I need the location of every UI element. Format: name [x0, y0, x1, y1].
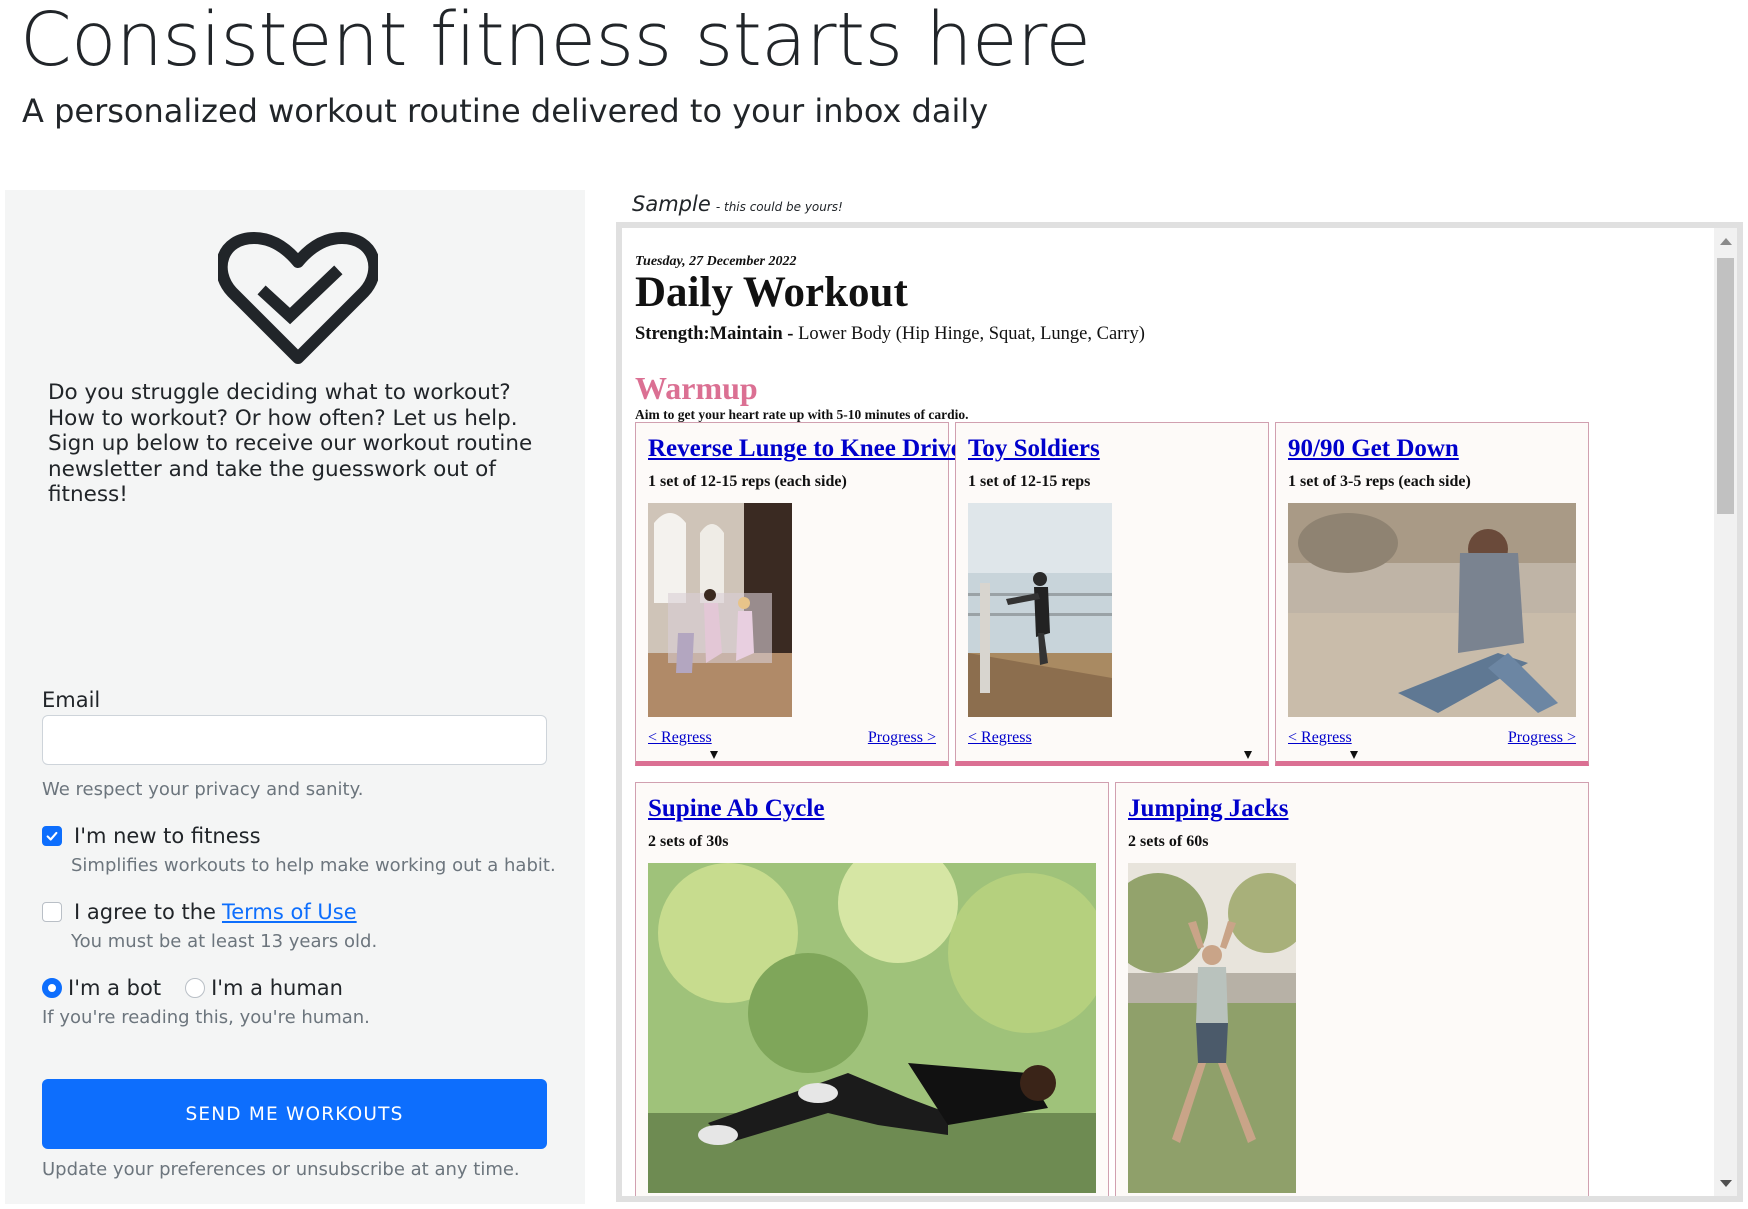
exercise-photo [1288, 503, 1576, 717]
new-to-fitness-help: Simplifies workouts to help make working… [71, 855, 556, 876]
focus-type: Strength:Maintain - [635, 324, 794, 344]
exercise-photo [648, 863, 1096, 1193]
sample-newsletter-frame[interactable]: Tuesday, 27 December 2022 Daily Workout … [616, 222, 1743, 1202]
exercise-card: Reverse Lunge to Knee Drive 1 set of 12-… [635, 422, 962, 766]
exercise-card: Jumping Jacks 2 sets of 60s [1115, 782, 1589, 1196]
email-label: Email [42, 688, 101, 712]
radio-human-circle[interactable] [185, 978, 206, 998]
newsletter-scrollbar[interactable] [1714, 228, 1737, 1196]
new-to-fitness-option[interactable]: I'm new to fitness [42, 824, 261, 848]
check-icon [46, 831, 58, 841]
agree-terms-checkbox[interactable] [42, 902, 62, 922]
exercise-title-link[interactable]: Supine Ab Cycle [648, 795, 824, 823]
radio-help: If you're reading this, you're human. [42, 1007, 370, 1028]
caret-down-icon[interactable] [710, 751, 718, 759]
exercise-title-link[interactable]: Reverse Lunge to Knee Drive [648, 435, 962, 463]
hero-title: Consistent fitness starts here [20, 0, 1091, 83]
newsletter-content: Tuesday, 27 December 2022 Daily Workout … [622, 228, 1714, 1196]
terms-of-use-link[interactable]: Terms of Use [222, 900, 357, 924]
radio-bot-label: I'm a bot [68, 976, 162, 1000]
email-help: We respect your privacy and sanity. [42, 779, 364, 800]
sample-note: - this could be yours! [715, 200, 843, 214]
exercise-sets: 1 set of 12-15 reps [968, 473, 1091, 490]
email-field[interactable] [42, 715, 547, 765]
caret-down-icon[interactable] [1244, 751, 1252, 759]
exercise-title-link[interactable]: Toy Soldiers [968, 435, 1100, 463]
section-title: Warmup [635, 370, 758, 406]
exercise-title-link[interactable]: 90/90 Get Down [1288, 435, 1459, 463]
progress-link[interactable]: Progress > [868, 729, 936, 747]
send-me-workouts-button[interactable]: SEND ME WORKOUTS [42, 1079, 547, 1149]
agree-terms-option[interactable]: I agree to the Terms of Use [42, 900, 357, 924]
progress-link[interactable]: Progress > [1508, 729, 1576, 747]
exercise-sets: 1 set of 12-15 reps (each side) [648, 473, 847, 490]
radio-bot[interactable]: I'm a bot [42, 976, 161, 1000]
newsletter-title: Daily Workout [635, 269, 908, 316]
hero-subtitle: A personalized workout routine delivered… [22, 92, 989, 130]
bot-human-radio-group: I'm a bot I'm a human [42, 976, 367, 1000]
sample-label: Sample [632, 192, 711, 216]
exercise-card: Toy Soldiers 1 set of 12-15 reps < Regre… [955, 422, 1269, 766]
agree-terms-help: You must be at least 13 years old. [71, 931, 378, 952]
exercise-card: Supine Ab Cycle 2 sets of 30s [635, 782, 1109, 1196]
heart-check-icon [218, 232, 378, 364]
caret-down-icon[interactable] [1350, 751, 1358, 759]
exercise-photo [648, 503, 792, 717]
exercise-sets: 2 sets of 30s [648, 833, 729, 850]
section-description: Aim to get your heart rate up with 5-10 … [635, 407, 969, 422]
agree-terms-label: I agree to the [74, 900, 216, 924]
new-to-fitness-label: I'm new to fitness [74, 824, 261, 848]
scroll-up-arrow-icon[interactable] [1720, 238, 1732, 245]
regress-link[interactable]: < Regress [968, 729, 1032, 747]
exercise-title-link[interactable]: Jumping Jacks [1128, 795, 1288, 823]
radio-human[interactable]: I'm a human [185, 976, 343, 1000]
exercise-card: 90/90 Get Down 1 set of 3-5 reps (each s… [1275, 422, 1589, 766]
sample-caption: Sample - this could be yours! [632, 192, 843, 216]
exercise-photo [1128, 863, 1296, 1193]
exercise-sets: 2 sets of 60s [1128, 833, 1209, 850]
new-to-fitness-checkbox[interactable] [42, 826, 62, 846]
newsletter-focus: Strength:Maintain - Lower Body (Hip Hing… [635, 324, 1145, 345]
signup-panel: Do you struggle deciding what to workout… [5, 190, 585, 1204]
focus-detail: Lower Body (Hip Hinge, Squat, Lunge, Car… [798, 324, 1145, 344]
unsubscribe-note: Update your preferences or unsubscribe a… [42, 1159, 520, 1180]
exercise-sets: 1 set of 3-5 reps (each side) [1288, 473, 1471, 490]
scroll-down-arrow-icon[interactable] [1720, 1180, 1732, 1187]
regress-link[interactable]: < Regress [1288, 729, 1352, 747]
radio-human-label: I'm a human [211, 976, 343, 1000]
regress-link[interactable]: < Regress [648, 729, 712, 747]
exercise-photo [968, 503, 1112, 717]
scrollbar-thumb[interactable] [1717, 258, 1734, 514]
signup-intro: Do you struggle deciding what to workout… [48, 380, 533, 508]
radio-bot-circle[interactable] [42, 978, 62, 998]
